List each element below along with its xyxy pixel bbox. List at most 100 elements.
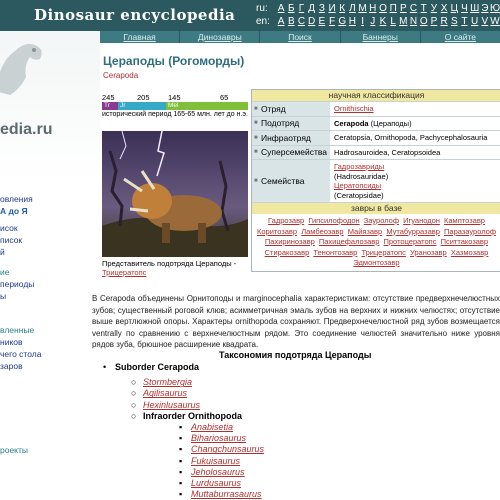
dinosaur-link[interactable]: Стиракозавр bbox=[265, 248, 310, 257]
alphabet-letter-link[interactable]: Ш bbox=[470, 2, 480, 15]
sidebar-link[interactable]: чего стола bbox=[0, 349, 41, 359]
alphabet-letter-link[interactable]: I bbox=[358, 15, 368, 28]
alphabet-letter-link[interactable]: L bbox=[388, 15, 398, 28]
alphabet-letter-link[interactable]: D bbox=[307, 15, 317, 28]
alphabet-letter-link[interactable]: О bbox=[378, 2, 388, 15]
sidebar-link[interactable]: ы bbox=[0, 291, 6, 301]
genus-link[interactable]: Jeholosaurus bbox=[191, 467, 245, 477]
dinosaur-link[interactable]: Майязавр bbox=[348, 227, 383, 236]
alphabet-letter-link[interactable]: K bbox=[378, 15, 388, 28]
dinosaur-link[interactable]: Пситтакозавр bbox=[441, 237, 489, 246]
alphabet-letter-link[interactable]: O bbox=[419, 15, 429, 28]
dinosaur-link[interactable]: Мутабурразавр bbox=[386, 227, 440, 236]
sidebar-link[interactable]: ников bbox=[0, 337, 23, 347]
alphabet-letter-link[interactable]: V bbox=[480, 15, 490, 28]
family-link[interactable]: Цератопсиды bbox=[334, 181, 381, 190]
alphabet-letter-link[interactable]: И bbox=[327, 2, 337, 15]
dinosaur-link[interactable]: Зауролоф bbox=[364, 216, 399, 225]
alphabet-letter-link[interactable]: Э bbox=[480, 2, 490, 15]
alphabet-letter-link[interactable]: У bbox=[429, 2, 439, 15]
dinosaur-link[interactable]: Хазмозавр bbox=[451, 248, 489, 257]
alphabet-letter-link[interactable]: S bbox=[449, 15, 459, 28]
alphabet-letter-link[interactable]: Д bbox=[307, 2, 317, 15]
dinosaur-link[interactable]: Гадрозавр bbox=[268, 216, 304, 225]
alphabet-letter-link[interactable]: П bbox=[388, 2, 398, 15]
alphabet-letter-link[interactable]: Б bbox=[286, 2, 296, 15]
sidebar-link[interactable]: овления bbox=[0, 194, 33, 204]
alphabet-letter-link[interactable]: Х bbox=[439, 2, 449, 15]
dinosaur-link[interactable]: Пахиринозавр bbox=[265, 237, 315, 246]
alphabet-letter-link[interactable]: С bbox=[408, 2, 418, 15]
alphabet-letter-link[interactable]: C bbox=[296, 15, 306, 28]
alphabet-letter-link[interactable]: J bbox=[368, 15, 378, 28]
genus-link[interactable]: Agilisaurus bbox=[143, 388, 187, 398]
alphabet-letter-link[interactable]: З bbox=[317, 2, 327, 15]
alphabet-letter-link[interactable]: Ю bbox=[490, 2, 500, 15]
nav-link[interactable]: Динозавры bbox=[180, 31, 261, 43]
alphabet-letter-link[interactable]: А bbox=[276, 2, 286, 15]
dinosaur-link[interactable]: Трицератопс bbox=[361, 248, 405, 257]
alphabet-letter-link[interactable]: H bbox=[347, 15, 357, 28]
alphabet-letter-link[interactable]: Ц bbox=[449, 2, 459, 15]
genus-link[interactable]: Lurdusaurus bbox=[191, 478, 241, 488]
genus-link[interactable]: Changchunsaurus bbox=[191, 444, 264, 454]
caption-link[interactable]: Трицератопс bbox=[102, 268, 146, 277]
families-value: Гадрозавриды (Hadrosauridae) Цератопсиды (C… bbox=[330, 160, 500, 202]
genus-link[interactable]: Stormbergia bbox=[143, 377, 192, 387]
sidebar-link[interactable]: писок bbox=[0, 235, 22, 245]
alphabet-letter-link[interactable]: Ч bbox=[459, 2, 469, 15]
genus-link[interactable]: Fukuisaurus bbox=[191, 456, 240, 466]
alphabet-letter-link[interactable]: Н bbox=[368, 2, 378, 15]
alphabet-letter-link[interactable]: Р bbox=[398, 2, 408, 15]
dinosaur-link[interactable]: Камптозавр bbox=[444, 216, 485, 225]
dinosaur-link[interactable]: Игуанодон bbox=[403, 216, 440, 225]
site-logo[interactable]: Dinosaur encyclopedia bbox=[34, 6, 235, 24]
alphabet-letter-link[interactable]: N bbox=[408, 15, 418, 28]
alphabet-letter-link[interactable]: M bbox=[398, 15, 408, 28]
sidebar-link[interactable]: заров bbox=[0, 361, 23, 371]
alphabet-letter-link[interactable]: G bbox=[337, 15, 347, 28]
sidebar-link[interactable]: периоды bbox=[0, 279, 34, 289]
alphabet-letter-link[interactable]: Л bbox=[347, 2, 357, 15]
dinosaur-link[interactable]: Эдмонтозавр bbox=[353, 258, 399, 267]
nav-link[interactable]: Поиск bbox=[260, 31, 341, 43]
dinosaur-link[interactable]: Ламбеозавр bbox=[301, 227, 343, 236]
alphabet-letter-link[interactable]: Т bbox=[419, 2, 429, 15]
alphabet-letter-link[interactable]: A bbox=[276, 15, 286, 28]
alphabet-letter-link[interactable]: U bbox=[470, 15, 480, 28]
nav-link[interactable]: Главная bbox=[100, 31, 181, 43]
triceratops-illustration[interactable] bbox=[102, 131, 248, 257]
sidebar-link[interactable]: исок bbox=[0, 223, 18, 233]
classification-link[interactable]: Ornithischia bbox=[334, 104, 374, 113]
dinosaur-link[interactable]: Тенонтозавр bbox=[313, 248, 357, 257]
dinosaur-link[interactable]: Паразауролоф bbox=[444, 227, 496, 236]
family-link[interactable]: Гадрозавриды bbox=[334, 162, 384, 171]
alphabet-letter-link[interactable]: B bbox=[286, 15, 296, 28]
sidebar-link[interactable]: роекты bbox=[0, 445, 28, 455]
alphabet-letter-link[interactable]: R bbox=[439, 15, 449, 28]
sidebar-link[interactable]: вленные bbox=[0, 325, 34, 335]
alphabet-letter-link[interactable]: F bbox=[327, 15, 337, 28]
dinosaur-link[interactable]: Пахицефалозавр bbox=[319, 237, 380, 246]
genus-link[interactable]: Anabisetia bbox=[191, 422, 233, 432]
genus-link[interactable]: Bihariosaurus bbox=[191, 433, 246, 443]
alphabet-letter-link[interactable]: W bbox=[490, 15, 500, 28]
dinosaur-link[interactable]: Гипсилофодон bbox=[308, 216, 359, 225]
sidebar-link[interactable]: й bbox=[0, 247, 5, 257]
dinosaur-link[interactable]: Коритозавр bbox=[257, 227, 297, 236]
alphabet-letter-link[interactable]: К bbox=[337, 2, 347, 15]
alphabet-letter-link[interactable]: P bbox=[429, 15, 439, 28]
dinosaur-link[interactable]: Протоцератопс bbox=[384, 237, 437, 246]
genus-link[interactable]: Hexinlusaurus bbox=[143, 400, 200, 410]
sidebar-link[interactable]: А до Я bbox=[0, 206, 28, 216]
nav-link[interactable]: О сайте bbox=[421, 31, 500, 43]
dinosaur-link[interactable]: Уранозавр bbox=[410, 248, 447, 257]
alphabet-letter-link[interactable]: Г bbox=[296, 2, 306, 15]
genus-link[interactable]: Muttaburrasaurus bbox=[191, 489, 262, 499]
timeline-segment: Mel bbox=[166, 102, 248, 110]
alphabet-letter-link[interactable]: М bbox=[358, 2, 368, 15]
alphabet-letter-link[interactable]: E bbox=[317, 15, 327, 28]
alphabet-letter-link[interactable]: T bbox=[459, 15, 469, 28]
nav-link[interactable]: Баннеры bbox=[341, 31, 421, 43]
sidebar-link[interactable]: ие bbox=[0, 267, 9, 277]
